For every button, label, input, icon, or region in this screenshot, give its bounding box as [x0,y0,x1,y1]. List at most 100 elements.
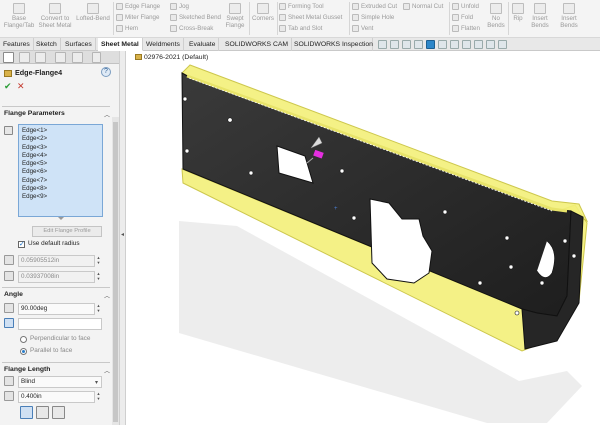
list-item[interactable]: Edge<6> [22,168,99,176]
corners-button[interactable]: Corners [251,3,275,22]
zoom-area-icon[interactable] [390,40,399,49]
list-item[interactable]: Edge<2> [22,135,99,143]
sketched-bend-button[interactable]: Sketched Bend [170,14,221,21]
normal-cut-button[interactable]: Normal Cut [403,3,443,10]
fold-button[interactable]: Fold [452,14,473,21]
vent-icon [352,25,359,32]
sheet-metal-gusset-button[interactable]: Sheet Metal Gusset [279,14,342,21]
list-item[interactable]: Edge<9> [22,193,99,201]
collapse-panel-icon[interactable]: ◂ [121,231,124,238]
simple-hole-button[interactable]: Simple Hole [352,14,394,21]
tab-solidworks-cam[interactable]: SOLIDWORKS CAM [222,38,293,51]
flange-length-header[interactable]: Flange Length [4,366,50,373]
vent-button[interactable]: Vent [352,25,373,32]
rip-button[interactable]: Rip [510,3,526,22]
tab-sketch[interactable]: Sketch [33,38,61,51]
tab-features[interactable]: Features [0,38,34,51]
tab-solidworks-inspection[interactable]: SOLIDWORKS Inspection [291,38,373,51]
angle-header[interactable]: Angle [4,291,23,298]
help-icon[interactable]: ? [101,67,111,77]
tab-evaluate[interactable]: Evaluate [186,38,220,51]
list-item[interactable]: Edge<8> [22,185,99,193]
miter-flange-button[interactable]: Miter Flange [116,14,159,21]
use-default-radius-checkbox[interactable] [18,240,25,248]
face-selection-field[interactable] [18,318,102,330]
unfold-button[interactable]: Unfold [452,3,479,10]
edit-flange-profile-button[interactable]: Edit Flange Profile [32,226,102,237]
bend-radius-field[interactable]: 0.05905512in [18,255,95,267]
display-manager-icon[interactable] [72,52,83,63]
view-orientation-icon[interactable] [426,40,435,49]
section-view-icon[interactable] [414,40,423,49]
tangent-bend-button[interactable] [52,406,65,419]
scrollbar-thumb[interactable] [113,122,118,422]
base-flange-button[interactable]: Base Flange/Tab [3,3,35,29]
resize-handle-icon[interactable] [58,217,64,220]
cross-break-button[interactable]: Cross-Break [170,25,213,32]
section-divider [2,106,110,107]
display-style-icon[interactable] [438,40,447,49]
gap-distance-spinner-icon[interactable]: ▲ ▼ [96,271,101,283]
panel-splitter[interactable]: ◂ [120,51,126,425]
previous-view-icon[interactable] [402,40,411,49]
extruded-cut-button[interactable]: Extruded Cut [352,3,397,10]
reverse-direction-icon[interactable] [4,376,14,386]
feature-title: Edge-Flange4 [4,68,62,77]
edge-flange-button[interactable]: Edge Flange [116,3,160,10]
edge-selection-list[interactable]: Edge<1> Edge<2> Edge<3> Edge<4> Edge<5> … [18,124,103,217]
flange-parameters-header[interactable]: Flange Parameters [4,110,65,117]
lofted-bend-button[interactable]: Lofted-Bend [75,3,111,22]
flange-length-field[interactable]: 0.400in [18,391,95,403]
panel-more-chevron-icon[interactable] [92,52,101,63]
jog-button[interactable]: Jog [170,3,189,10]
part-model[interactable]: + [127,51,600,425]
hide-show-items-icon[interactable] [450,40,459,49]
collapse-chevron-icon[interactable]: ︿ [104,110,110,119]
outer-virtual-sharp-button[interactable] [20,406,33,419]
collapse-chevron-icon[interactable]: ︿ [104,291,110,300]
monitor-icon[interactable] [498,40,507,49]
flange-length-spinner-icon[interactable]: ▲ ▼ [96,391,101,403]
tab-surfaces[interactable]: Surfaces [62,38,96,51]
parallel-to-face-radio[interactable] [20,348,27,355]
swept-flange-button[interactable]: Swept Flange [222,3,248,29]
dimxpert-icon[interactable] [55,52,66,63]
property-manager-icon[interactable] [19,52,30,63]
ok-button[interactable]: ✔ [4,81,12,92]
insert-bends-button-2[interactable]: Insert Bends [556,3,582,29]
convert-to-sheet-metal-button[interactable]: Convert to Sheet Metal [38,3,72,29]
collapse-chevron-icon[interactable]: ︿ [104,366,110,375]
property-manager: Edge-Flange4 ? ✔ ✕ Flange Parameters ︿ E… [0,51,120,425]
bend-radius-spinner-icon[interactable]: ▲ ▼ [96,255,101,267]
tab-weldments[interactable]: Weldments [143,38,184,51]
flatten-button[interactable]: Flatten [452,25,480,32]
list-item[interactable]: Edge<1> [22,127,99,135]
corners-icon [257,3,269,14]
zoom-to-fit-icon[interactable] [378,40,387,49]
cancel-button[interactable]: ✕ [17,81,25,92]
gap-distance-field[interactable]: 0.03937008in [18,271,95,283]
list-item[interactable]: Edge<5> [22,160,99,168]
edit-appearance-icon[interactable] [462,40,471,49]
graphics-area[interactable]: 02976-2021 (Default) + [127,51,600,425]
panel-scrollbar[interactable] [112,117,119,425]
forming-tool-button[interactable]: Forming Tool [279,3,324,10]
inner-virtual-sharp-button[interactable] [36,406,49,419]
insert-bends-button[interactable]: Insert Bends [527,3,553,29]
view-settings-icon[interactable] [486,40,495,49]
feature-manager-icon[interactable] [3,52,14,63]
list-item[interactable]: Edge<7> [22,177,99,185]
apply-scene-icon[interactable] [474,40,483,49]
tab-sheet-metal[interactable]: Sheet Metal [98,38,143,51]
tab-and-slot-button[interactable]: Tab and Slot [279,25,322,32]
end-condition-dropdown[interactable]: Blind ▾ [18,376,102,388]
hem-button[interactable]: Hem [116,25,138,32]
list-item[interactable]: Edge<3> [22,144,99,152]
configuration-manager-icon[interactable] [35,52,46,63]
perpendicular-to-face-radio[interactable] [20,336,27,343]
flange-angle-spinner-icon[interactable]: ▲ ▼ [96,303,101,315]
no-bends-button[interactable]: No Bends [486,3,506,29]
flange-angle-field[interactable]: 90.00deg [18,303,95,315]
section-divider [2,362,110,363]
list-item[interactable]: Edge<4> [22,152,99,160]
